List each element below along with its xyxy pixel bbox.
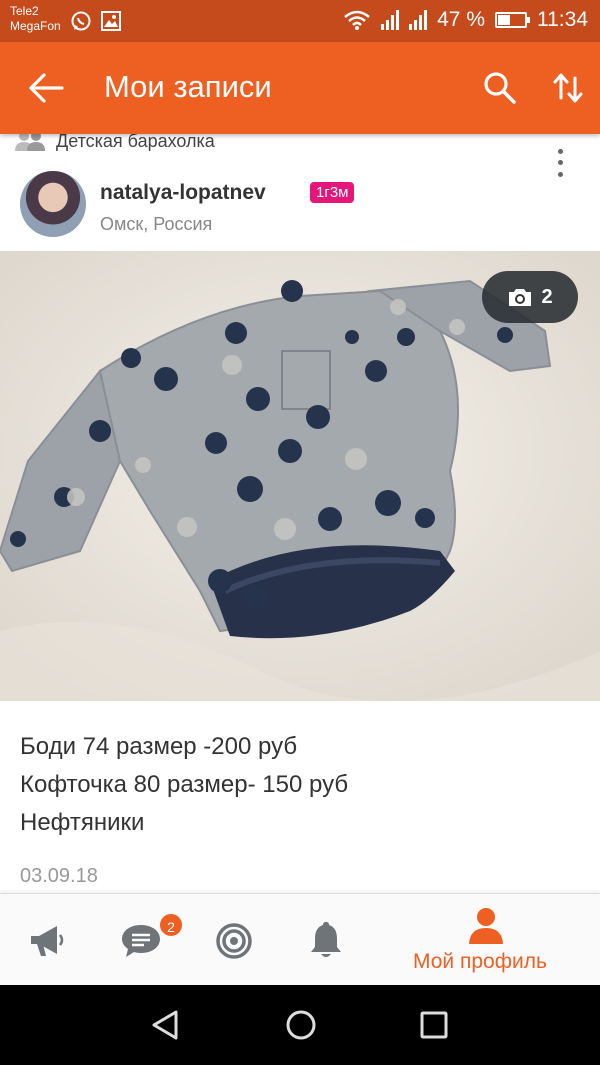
- battery-icon: [495, 12, 530, 28]
- avatar[interactable]: [20, 171, 86, 237]
- nav-home-button[interactable]: [283, 1007, 319, 1043]
- wifi-icon: [344, 10, 370, 30]
- gallery-icon: [101, 11, 121, 31]
- sort-button[interactable]: [550, 68, 586, 108]
- carrier-name-1: Tele2: [10, 4, 39, 18]
- battery-percent: 47 %: [437, 8, 485, 31]
- bottom-tab-bar: 2 Мой профиль: [0, 893, 600, 985]
- photo-count: 2: [541, 285, 553, 308]
- target-icon: [216, 923, 252, 959]
- nav-back-icon: [152, 1010, 178, 1040]
- tab-profile-label: Мой профиль: [413, 950, 547, 973]
- post-photo[interactable]: 2: [0, 251, 600, 701]
- post-text: Боди 74 размер -200 руб Кофточка 80 разм…: [20, 728, 348, 842]
- nav-back-button[interactable]: [148, 1007, 184, 1043]
- author-name[interactable]: natalya-lopatnev: [100, 181, 266, 205]
- back-arrow-icon: [29, 73, 64, 103]
- carrier-info: Tele2 MegaFon: [10, 4, 61, 34]
- nav-recents-icon: [420, 1011, 448, 1039]
- signal-icon-1: [381, 10, 400, 30]
- page-title: Мои записи: [104, 69, 272, 104]
- more-dot-icon: [557, 149, 563, 155]
- more-dot-icon: [557, 171, 563, 177]
- clock: 11:34: [537, 8, 588, 31]
- signal-icon-2: [409, 10, 428, 30]
- back-button[interactable]: [26, 70, 66, 106]
- age-badge: 1г3м: [310, 182, 355, 203]
- search-icon: [484, 72, 516, 104]
- photo-count-badge[interactable]: 2: [482, 271, 578, 323]
- megaphone-icon: [31, 926, 64, 956]
- nav-home-icon: [286, 1010, 316, 1040]
- app-bar: Мои записи: [0, 42, 600, 134]
- post-date: 03.09.18: [20, 865, 98, 887]
- author-location: Омск, Россия: [100, 214, 213, 234]
- nav-recents-button[interactable]: [416, 1007, 452, 1043]
- person-icon: [469, 908, 503, 944]
- whatsapp-icon: [71, 11, 91, 31]
- tab-announcements[interactable]: [0, 894, 96, 986]
- post-text-line: Кофточка 80 размер- 150 руб: [20, 771, 349, 798]
- messages-badge: 2: [158, 912, 184, 938]
- more-options-button[interactable]: [548, 146, 572, 180]
- tab-target[interactable]: [192, 894, 288, 986]
- bell-icon: [311, 922, 341, 957]
- system-nav-bar: [0, 985, 600, 1065]
- more-dot-icon: [557, 160, 563, 166]
- sort-icon: [553, 73, 583, 103]
- tab-messages[interactable]: 2: [96, 894, 192, 986]
- battery-fill: [498, 15, 511, 25]
- post-text-line: Нефтяники: [20, 809, 145, 836]
- tab-notifications[interactable]: [288, 894, 384, 986]
- search-button[interactable]: [480, 68, 520, 108]
- camera-icon: [509, 289, 532, 306]
- carrier-name-2: MegaFon: [10, 19, 61, 33]
- chat-icon: [122, 925, 160, 957]
- status-bar: Tele2 MegaFon 47 % 11:34: [0, 0, 600, 42]
- post-text-line: Боди 74 размер -200 руб: [20, 733, 298, 760]
